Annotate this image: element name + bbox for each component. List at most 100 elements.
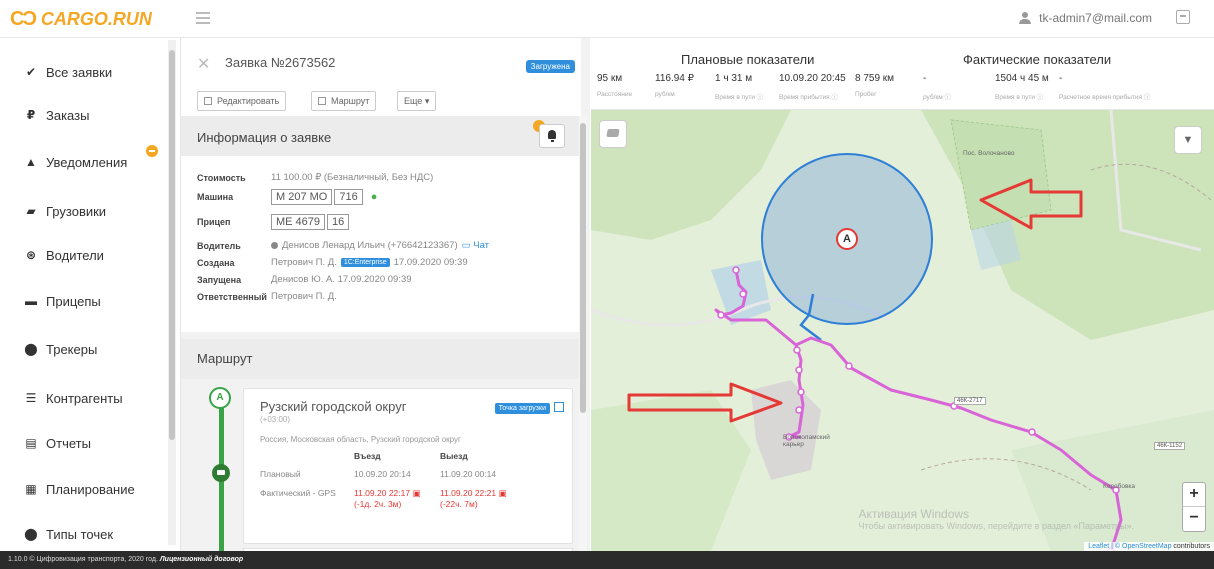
driver-label: Водитель xyxy=(197,240,241,251)
trailer-plate[interactable]: ME 4679 xyxy=(271,214,326,230)
edit-button[interactable]: Редактировать xyxy=(197,91,287,111)
attribution-prefix[interactable]: Leaflet | © xyxy=(1088,543,1120,550)
stat-label: Расстояние xyxy=(597,91,633,98)
stat-label: Пробег xyxy=(855,91,877,98)
steering-wheel-icon: ⊛ xyxy=(25,248,37,262)
fact-depart-value: 11.09.20 22:21 xyxy=(440,488,497,498)
edit-point-icon[interactable] xyxy=(554,402,564,412)
report-icon: ▤ xyxy=(25,436,37,450)
stat-label: руб/км xyxy=(655,91,675,98)
stat-value: 95 км xyxy=(597,73,623,84)
sidebar-item-7[interactable]: ⬤ Трекеры xyxy=(24,339,97,359)
created-row: Создана Петрович П. Д. 1С:Enterprise 17.… xyxy=(197,257,468,268)
calendar-icon: ▣ xyxy=(412,488,421,498)
attribution-link[interactable]: OpenStreetMap xyxy=(1122,543,1171,550)
driver-value[interactable]: Денисов Ленард Ильич (+76642123367) xyxy=(282,240,458,251)
sidebar-scroll-thumb[interactable] xyxy=(169,50,175,440)
map-pin-icon: ⬤ xyxy=(24,342,38,356)
col-arrive-header: Въезд xyxy=(354,451,381,461)
footer: 1.10.0 © Цифровизация транспорта, 2020 г… xyxy=(0,551,1214,569)
created-at: 17.09.2020 09:39 xyxy=(393,257,468,268)
app-logo[interactable]: CƆ CARGO.RUN xyxy=(10,6,152,32)
bell-button[interactable] xyxy=(539,124,565,148)
sidebar-item-label: Уведомления xyxy=(46,154,128,170)
close-icon[interactable]: ✕ xyxy=(197,54,210,74)
sidebar-item-5[interactable]: ⊛ Водители xyxy=(24,245,104,265)
route-section-title: Маршрут xyxy=(197,351,253,366)
truck-position-icon xyxy=(212,464,230,482)
sidebar-item-6[interactable]: ▬ Прицепы xyxy=(24,291,101,311)
user-email: tk-admin7@mail.com xyxy=(1039,11,1152,25)
point-type-tag: Точка загрузки xyxy=(494,403,550,414)
sidebar-item-10[interactable]: ▦ Планирование xyxy=(24,479,134,499)
map-view[interactable]: Плановые показатели Фактические показате… xyxy=(591,38,1214,551)
zoom-in-button[interactable]: + xyxy=(1183,483,1205,507)
created-by: Петрович П. Д. xyxy=(271,257,337,268)
route-point-card: Рузский городской округ (+03:00) Точка з… xyxy=(243,388,573,544)
truck-region: 716 xyxy=(334,189,363,205)
started-row: Запущена Денисов Ю. А. 17.09.2020 09:39 xyxy=(197,274,412,285)
stat-label: Время прибытия ⓘ xyxy=(779,94,838,101)
more-button-label: Еще ▾ xyxy=(404,95,430,106)
sidebar-item-11[interactable]: ⬤ Типы точек xyxy=(24,524,113,544)
road-label: 46К-2717 xyxy=(954,397,986,405)
stat-value: 10.09.20 20:45 xyxy=(779,73,846,84)
geofence-marker-label[interactable]: A xyxy=(843,233,851,245)
truck-icon: ▰ xyxy=(26,204,36,218)
chat-icon: ▭ xyxy=(461,240,471,251)
place-label: Пос. Волочаново xyxy=(963,150,1015,157)
sidebar-item-4[interactable]: ▰ Грузовики xyxy=(24,201,106,221)
driver-row: Водитель Денисов Ленард Ильич (+76642123… xyxy=(197,240,489,251)
trailer-region: 16 xyxy=(327,214,350,230)
point-name-text: Рузский городской округ xyxy=(260,399,407,414)
stat-label: Время в пути ⓘ xyxy=(715,94,764,101)
stat-label: Время в пути ⓘ xyxy=(995,94,1044,101)
info-section-header: Информация о заявке xyxy=(181,116,581,156)
place-label: Волоколамский карьер xyxy=(783,434,830,448)
layers-icon[interactable] xyxy=(599,120,627,148)
truck-plate[interactable]: M 207 MO xyxy=(271,189,333,205)
route-point-name: Рузский городской округ (+03:00) xyxy=(260,399,410,425)
sidebar-item-label: Грузовики xyxy=(46,203,107,219)
sidebar-item-9[interactable]: ▤ Отчеты xyxy=(24,433,91,453)
fact-label: Фактический - GPS xyxy=(260,488,336,498)
logo-text: CARGO.RUN xyxy=(40,8,152,29)
more-button[interactable]: Еще ▾ xyxy=(397,91,437,111)
user-account[interactable]: tk-admin7@mail.com xyxy=(1019,11,1152,25)
attribution-suffix: contributors xyxy=(1173,543,1210,550)
fact-arrive-value: 11.09.20 22:17 xyxy=(354,488,411,498)
driver-status-icon xyxy=(271,242,278,249)
map-attribution: Leaflet | © OpenStreetMap contributors xyxy=(1084,542,1214,551)
zoom-out-button[interactable]: − xyxy=(1183,507,1205,531)
watermark-title: Активация Windows xyxy=(858,507,970,521)
sidebar-item-label: Заказы xyxy=(46,107,90,123)
stat-label: Расчетное время прибытия ⓘ xyxy=(1059,94,1151,101)
bell-icon: ▲ xyxy=(25,155,37,169)
sidebar-item-8[interactable]: ☰ Контрагенты xyxy=(24,388,123,408)
edit-button-label: Редактировать xyxy=(217,96,280,106)
footer-text: 1.10.0 © Цифровизация транспорта, 2020 г… xyxy=(8,556,158,563)
sidebar-item-1[interactable]: ✔ Все заявки xyxy=(24,62,112,82)
sidebar-item-3[interactable]: ▲ Уведомления xyxy=(24,152,127,172)
started-label: Запущена xyxy=(197,274,242,285)
menu-toggle-icon[interactable] xyxy=(196,12,210,24)
logout-icon[interactable] xyxy=(1176,10,1190,24)
road-label: 46К-1152 xyxy=(1154,442,1186,450)
user-icon xyxy=(1019,12,1032,24)
panel-scroll-thumb[interactable] xyxy=(580,123,586,413)
info-body: Стоимость 11 100.00 ₽ (Безналичный, Без … xyxy=(181,156,581,332)
route-point-marker[interactable]: A xyxy=(209,387,231,409)
cost-label: Стоимость xyxy=(197,172,246,183)
calendar-icon: ▣ xyxy=(498,488,507,498)
sidebar-item-2[interactable]: ₽ Заказы xyxy=(24,105,90,125)
chat-link[interactable]: ▭ Чат xyxy=(462,240,489,251)
stat-value: - xyxy=(1059,73,1063,84)
route-button[interactable]: Маршрут xyxy=(311,91,377,111)
fact-stats-title: Фактические показатели xyxy=(963,52,1112,67)
license-link[interactable]: Лицензионный договор xyxy=(160,556,243,563)
filter-icon[interactable]: ▼ xyxy=(1174,126,1202,154)
cost-value: 11 100.00 ₽ (Безналичный, Без НДС) xyxy=(271,172,434,183)
fact-arrive: 11.09.20 22:17 ▣ xyxy=(354,488,421,499)
sidebar-item-label: Водители xyxy=(46,247,104,263)
started-value: Денисов Ю. А. 17.09.2020 09:39 xyxy=(271,274,412,285)
